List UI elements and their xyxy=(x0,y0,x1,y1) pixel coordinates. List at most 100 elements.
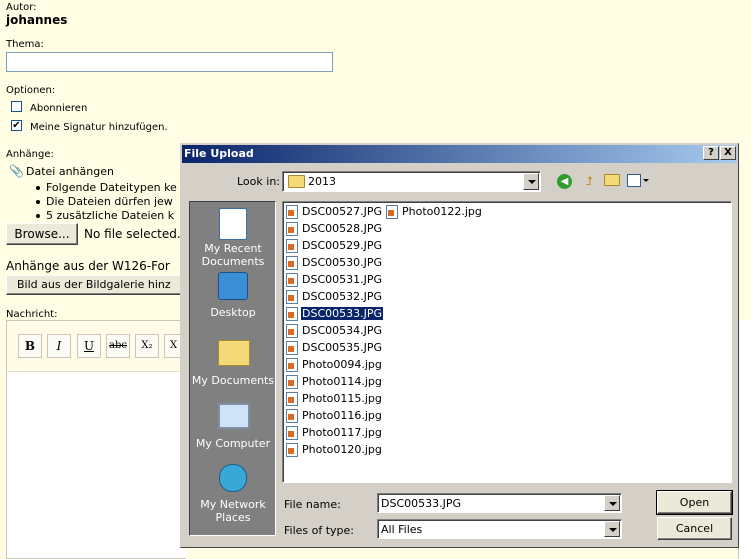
list-item[interactable]: DSC00532.JPG xyxy=(284,288,383,305)
file-name-label: File name: xyxy=(284,498,341,511)
places-bar: My Recent Documents Desktop My Documents… xyxy=(189,201,276,536)
list-item[interactable]: Photo0116.jpg xyxy=(284,407,383,424)
file-type-value: All Files xyxy=(381,523,423,536)
file-name-text: DSC00533.JPG xyxy=(299,306,385,321)
w126-attachments-label: Anhänge aus der W126-For xyxy=(6,259,170,273)
image-file-icon xyxy=(286,358,298,372)
bold-button[interactable]: B xyxy=(18,334,42,358)
file-name-text: DSC00529.JPG xyxy=(302,239,383,252)
places-recent-documents[interactable]: My Recent Documents xyxy=(190,208,276,268)
my-documents-icon xyxy=(218,340,250,370)
list-item: Die Dateien dürfen jew xyxy=(34,195,177,209)
file-type-label: Files of type: xyxy=(284,524,355,537)
topic-label: Thema: xyxy=(6,39,44,50)
look-in-value: 2013 xyxy=(308,175,336,188)
places-label: My Computer xyxy=(195,437,271,450)
paperclip-icon: 📎 xyxy=(9,164,24,178)
list-item[interactable]: DSC00531.JPG xyxy=(284,271,383,288)
chevron-down-icon[interactable] xyxy=(523,173,539,190)
image-file-icon xyxy=(286,239,298,253)
subscribe-label: Abonnieren xyxy=(30,103,88,114)
gallery-button[interactable]: Bild aus der Bildgalerie hinz xyxy=(6,275,182,295)
views-menu-icon[interactable] xyxy=(627,174,649,189)
signature-label: Meine Signatur hinzufügen. xyxy=(30,122,168,133)
recent-documents-icon xyxy=(218,208,248,240)
file-name-text: DSC00528.JPG xyxy=(302,222,383,235)
up-folder-icon[interactable]: ⮥ xyxy=(581,173,597,189)
places-desktop[interactable]: Desktop xyxy=(190,272,276,319)
browse-button[interactable]: Browse... xyxy=(6,223,78,245)
image-file-icon xyxy=(286,375,298,389)
new-folder-icon[interactable] xyxy=(604,174,620,186)
chevron-down-icon[interactable] xyxy=(604,521,620,537)
list-item[interactable]: DSC00534.JPG xyxy=(284,322,383,339)
file-name-text: Photo0094.jpg xyxy=(302,358,382,371)
network-places-icon xyxy=(218,464,248,494)
file-type-select[interactable]: All Files xyxy=(377,519,622,539)
look-in-label: Look in: xyxy=(237,175,280,188)
file-name-text: Photo0122.jpg xyxy=(402,205,482,218)
list-item[interactable]: DSC00530.JPG xyxy=(284,254,383,271)
list-item[interactable]: Photo0117.jpg xyxy=(284,424,383,441)
dialog-title: File Upload xyxy=(184,147,254,160)
image-file-icon xyxy=(286,341,298,355)
author-value: johannes xyxy=(6,13,68,27)
topic-input[interactable] xyxy=(6,52,333,72)
list-item[interactable]: Photo0094.jpg xyxy=(284,356,383,373)
list-item[interactable]: Photo0120.jpg xyxy=(284,441,383,458)
list-item[interactable]: DSC00529.JPG xyxy=(284,237,383,254)
image-file-icon xyxy=(286,324,298,338)
file-name-text: DSC00527.JPG xyxy=(302,205,383,218)
list-item[interactable]: DSC00533.JPG xyxy=(284,305,385,322)
places-label: My Network Places xyxy=(200,498,266,524)
list-item[interactable]: DSC00528.JPG xyxy=(284,220,383,237)
places-label: My Recent Documents xyxy=(201,242,265,268)
chevron-down-icon[interactable] xyxy=(604,495,620,511)
list-item[interactable]: DSC00535.JPG xyxy=(284,339,383,356)
list-item[interactable]: Photo0114.jpg xyxy=(284,373,383,390)
open-button[interactable]: Open xyxy=(656,490,733,515)
list-item[interactable]: Photo0115.jpg xyxy=(284,390,383,407)
list-item: Folgende Dateitypen ke xyxy=(34,181,177,195)
help-button[interactable]: ? xyxy=(703,146,719,160)
image-file-icon xyxy=(286,307,298,321)
close-button[interactable]: X xyxy=(720,146,736,160)
image-file-icon xyxy=(286,222,298,236)
subscript-button[interactable]: X₂ xyxy=(135,334,159,358)
attachment-rules-list: Folgende Dateitypen ke Die Dateien dürfe… xyxy=(34,181,177,223)
file-name-text: DSC00531.JPG xyxy=(302,273,383,286)
folder-icon xyxy=(288,175,305,188)
attachments-label: Anhänge: xyxy=(6,149,54,160)
cancel-button[interactable]: Cancel xyxy=(657,517,732,540)
file-name-value: DSC00533.JPG xyxy=(381,497,462,510)
places-my-computer[interactable]: My Computer xyxy=(190,401,276,450)
file-name-input[interactable]: DSC00533.JPG xyxy=(377,493,622,513)
editor-right-edge xyxy=(738,320,751,559)
attach-file-label: Datei anhängen xyxy=(26,165,114,178)
signature-checkbox[interactable]: ✔ xyxy=(11,120,22,131)
italic-button[interactable]: I xyxy=(47,334,71,358)
image-file-icon xyxy=(286,409,298,423)
underline-button[interactable]: U xyxy=(77,334,101,358)
my-computer-icon xyxy=(218,403,250,433)
options-label: Optionen: xyxy=(6,85,56,96)
file-name-text: DSC00532.JPG xyxy=(302,290,383,303)
file-name-text: DSC00535.JPG xyxy=(302,341,383,354)
look-in-select[interactable]: 2013 xyxy=(282,171,541,192)
image-file-icon xyxy=(286,426,298,440)
file-upload-dialog: File Upload ? X Look in: 2013 ◀ ⮥ My Rec… xyxy=(180,143,739,548)
places-label: Desktop xyxy=(210,306,256,319)
list-item[interactable]: Photo0122.jpg xyxy=(384,203,483,220)
back-icon[interactable]: ◀ xyxy=(557,174,572,189)
subscribe-checkbox[interactable] xyxy=(11,101,22,112)
file-name-text: Photo0116.jpg xyxy=(302,409,382,422)
image-file-icon xyxy=(286,392,298,406)
places-network[interactable]: My Network Places xyxy=(190,464,276,524)
list-item: 5 zusätzliche Dateien k xyxy=(34,209,177,223)
strikethrough-button[interactable]: abc xyxy=(106,334,130,358)
places-my-documents[interactable]: My Documents xyxy=(190,336,276,387)
image-file-icon xyxy=(286,290,298,304)
image-file-icon xyxy=(386,205,398,219)
desktop-icon xyxy=(218,272,248,302)
list-item[interactable]: DSC00527.JPG xyxy=(284,203,383,220)
